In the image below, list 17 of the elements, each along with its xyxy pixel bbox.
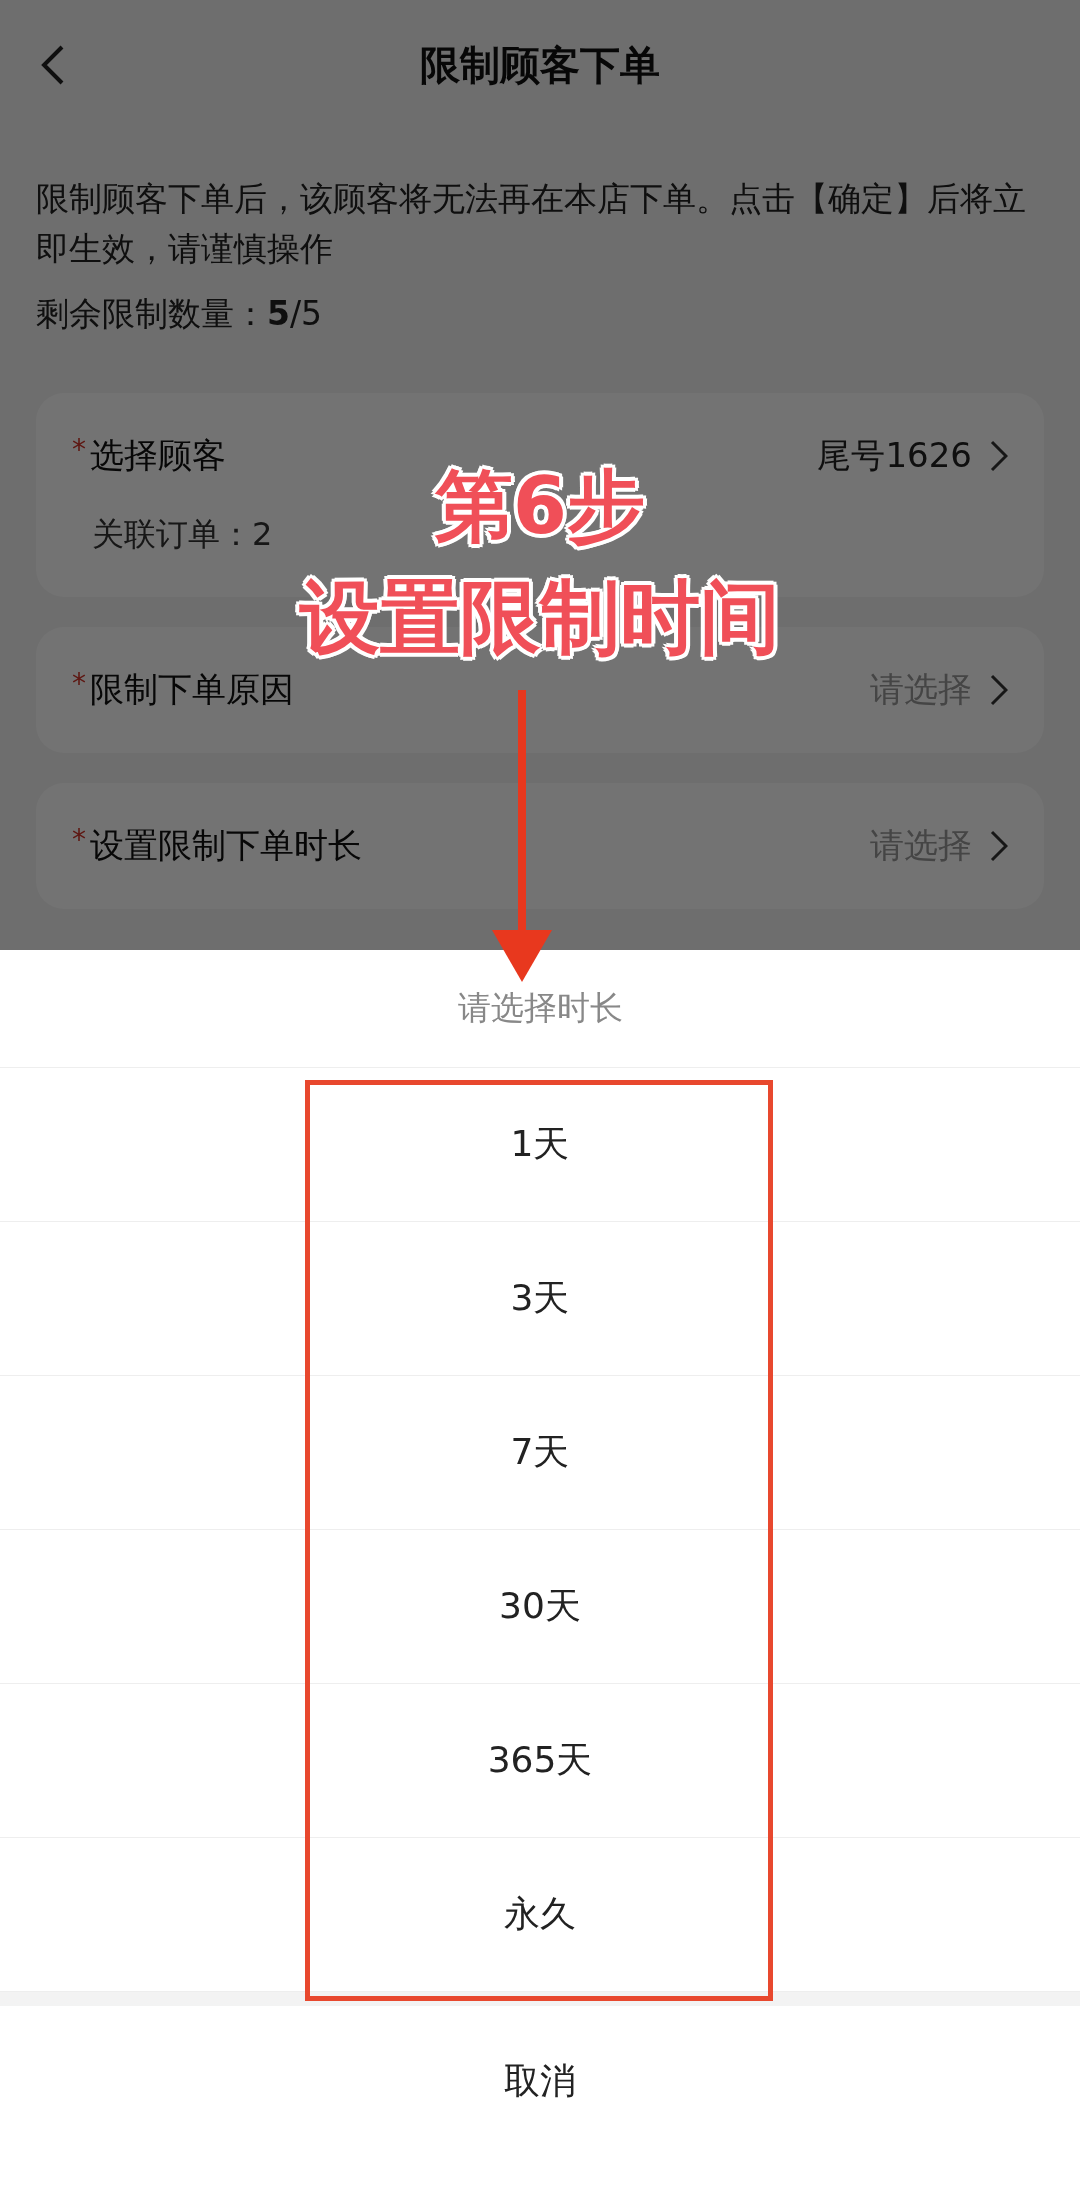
remaining-count: 剩余限制数量：5/5 [36,293,324,335]
chevron-right-icon [990,674,1008,706]
chevron-right-icon [990,440,1008,472]
page-title: 限制顾客下单 [420,40,660,90]
required-mark: * [72,433,86,466]
field-label: 设置限制下单时长 [90,824,362,867]
annotation-caption: 设置限制时间 [300,570,780,666]
chevron-right-icon [990,830,1008,862]
required-mark: * [72,823,86,856]
annotation-step: 第6步 [434,455,646,560]
field-value[interactable]: 尾号1626 [817,433,1008,479]
field-label: 限制下单原因 [90,668,294,711]
notice-text: 限制顾客下单后，该顾客将无法再在本店下单。点击【确定】后将立即生效，请谨慎操作 [36,178,1027,270]
linked-order: 关联订单：2 [91,514,274,555]
arrow-icon [492,690,552,982]
field-label: 选择顾客 [90,434,226,477]
required-mark: * [72,667,86,700]
